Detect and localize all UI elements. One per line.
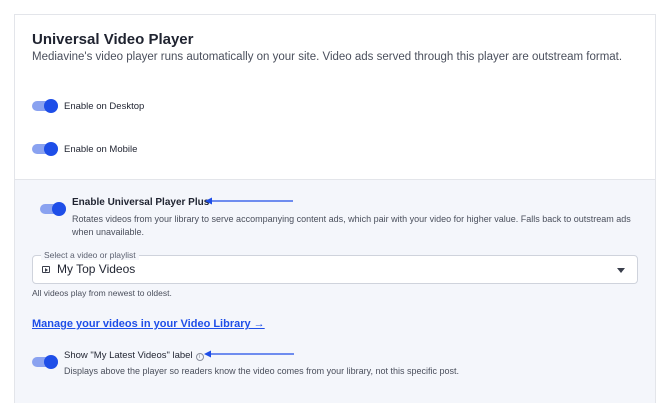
manage-video-library-link[interactable]: Manage your videos in your Video Library… [32,318,265,330]
toggle-knob [44,99,58,113]
desktop-toggle[interactable] [32,99,58,113]
mobile-toggle[interactable] [32,142,58,156]
annotation-arrow-icon [204,350,294,358]
mobile-toggle-label: Enable on Mobile [64,144,138,155]
chevron-down-icon[interactable] [617,268,625,273]
select-legend: Select a video or playlist [41,250,139,260]
video-icon [42,266,50,273]
select-helper-text: All videos play from newest to oldest. [32,288,172,298]
section-title: Universal Video Player [32,31,194,48]
toggle-knob [44,355,58,369]
toggle-knob [44,142,58,156]
annotation-arrow-icon [205,197,293,205]
player-plus-description: Rotates videos from your library to serv… [72,214,631,237]
player-plus-label: Enable Universal Player Plus [72,197,210,208]
info-icon[interactable]: i [195,353,204,361]
video-playlist-select[interactable]: Select a video or playlist My Top Videos [32,250,638,284]
desktop-toggle-label: Enable on Desktop [64,101,145,112]
universal-video-player-card: Universal Video Player Mediavine's video… [14,14,656,403]
latest-videos-description: Displays above the player so readers kno… [64,366,460,376]
player-plus-panel: Enable Universal Player Plus Rotates vid… [15,179,655,403]
latest-videos-label: Show "My Latest Videos" label [64,350,193,361]
player-plus-toggle[interactable] [40,202,66,216]
section-description: Mediavine's video player runs automatica… [32,51,623,63]
latest-videos-label-toggle[interactable] [32,355,58,369]
latest-videos-label-row: Show "My Latest Videos" label i [64,350,204,361]
select-value: My Top Videos [57,262,136,276]
toggle-knob [52,202,66,216]
